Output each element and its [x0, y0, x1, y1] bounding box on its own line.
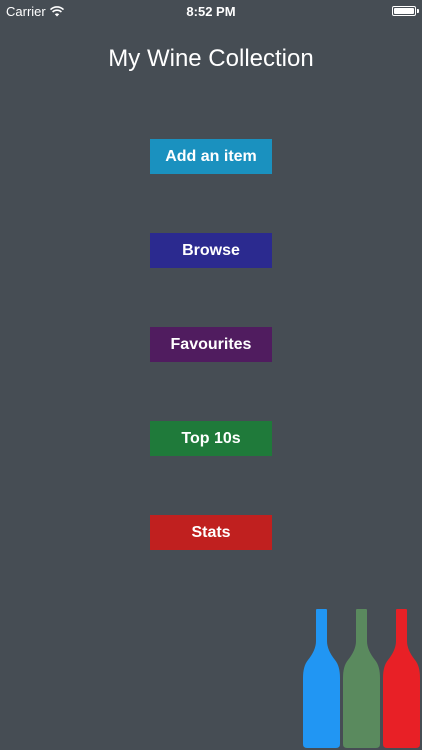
add-item-button[interactable]: Add an item — [150, 139, 272, 174]
top-10s-button[interactable]: Top 10s — [150, 421, 272, 456]
red-bottle-icon — [383, 609, 420, 748]
page-title: My Wine Collection — [108, 45, 314, 72]
wine-bottles-icon — [303, 609, 420, 748]
clock: 8:52 PM — [186, 4, 236, 19]
browse-button[interactable]: Browse — [150, 233, 272, 268]
battery-level — [394, 8, 414, 14]
stats-button[interactable]: Stats — [150, 515, 272, 550]
status-bar: Carrier 8:52 PM — [0, 0, 422, 22]
battery-icon — [392, 6, 419, 16]
favourites-button[interactable]: Favourites — [150, 327, 272, 362]
green-bottle-icon — [343, 609, 380, 748]
blue-bottle-icon — [303, 609, 340, 748]
